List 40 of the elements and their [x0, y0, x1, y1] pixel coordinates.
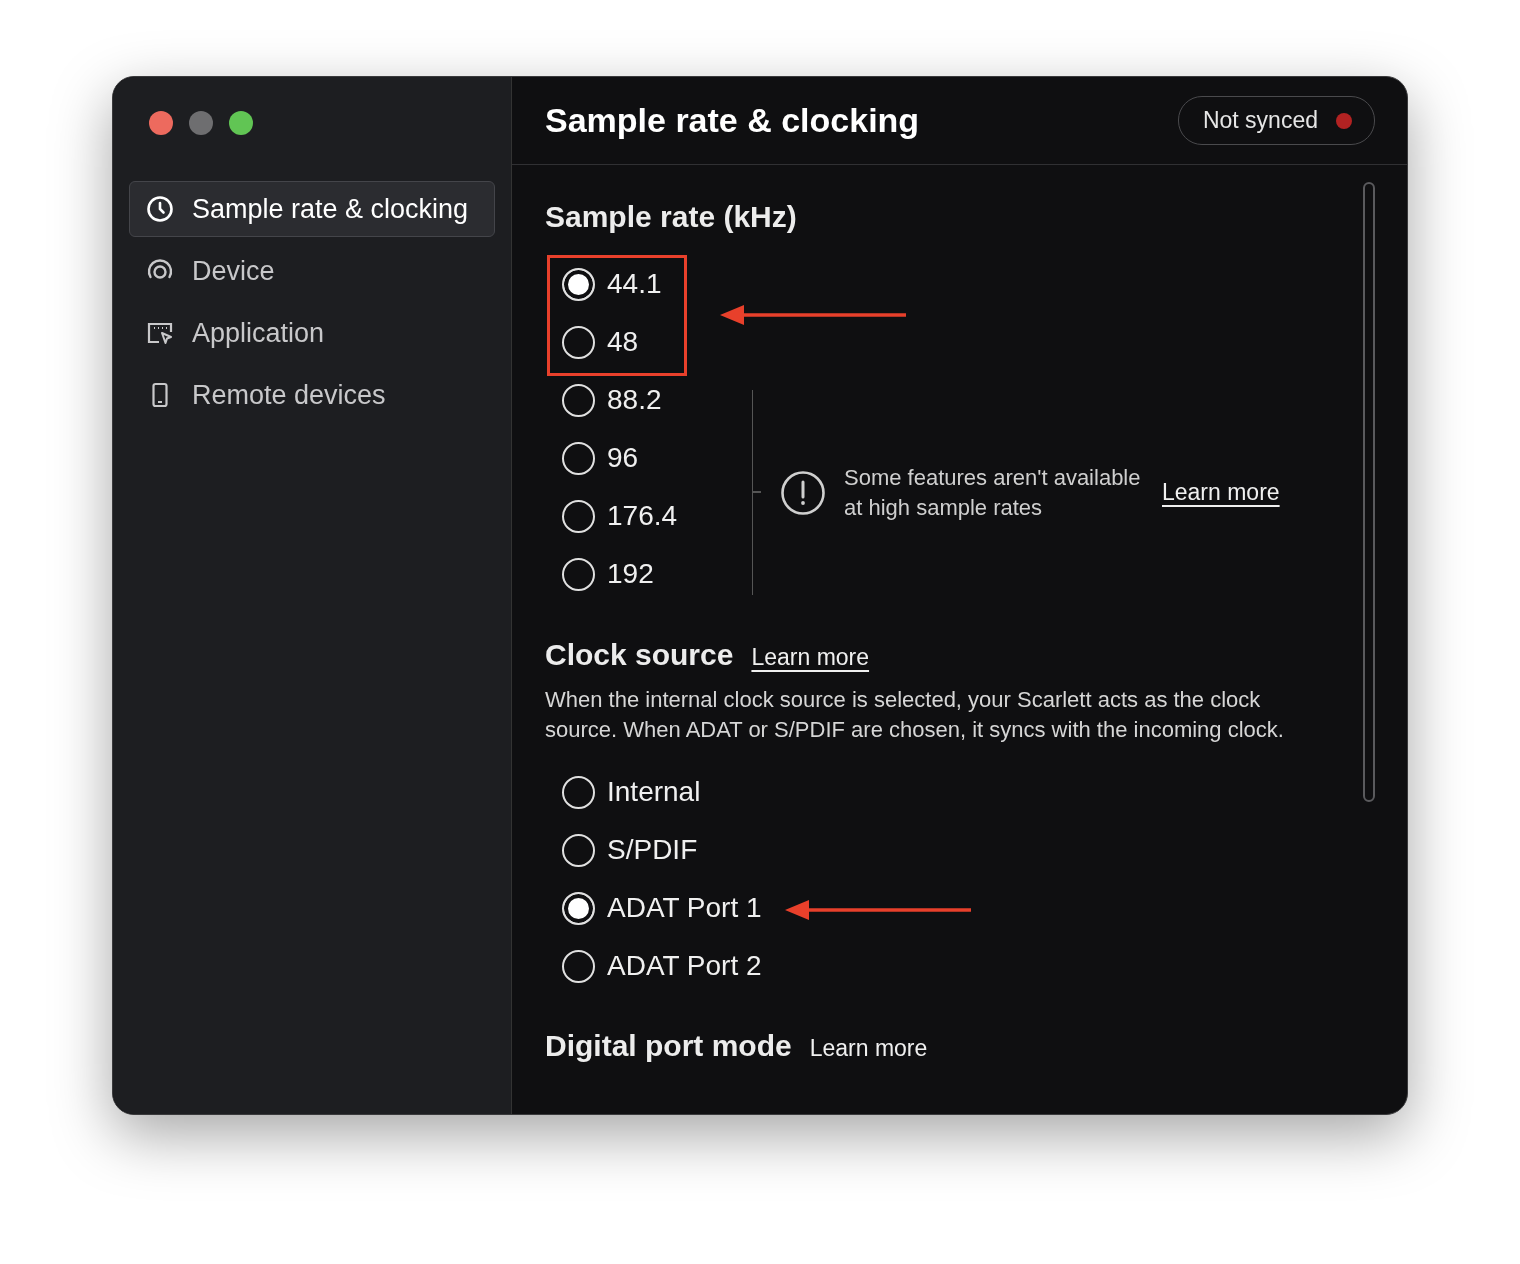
zoom-button[interactable] — [229, 111, 253, 135]
radio-button[interactable] — [562, 325, 595, 359]
section-title: Digital port mode — [545, 1028, 792, 1064]
radio-option[interactable]: 88.2 — [545, 371, 666, 429]
close-button[interactable] — [149, 111, 173, 135]
radio-button[interactable] — [562, 499, 595, 533]
section-title: Sample rate (kHz) — [545, 199, 798, 235]
radio-option[interactable]: 44.1 — [545, 255, 666, 313]
radio-option[interactable]: Internal — [545, 763, 705, 821]
learn-more-link[interactable]: Learn more — [809, 1035, 928, 1062]
description-text: When the internal clock source is selected, your Scarlett acts as the clock source. When ADAT or S/PDIF are chosen, it syncs with the incoming clock. — [545, 686, 1285, 744]
scrollbar[interactable] — [1363, 182, 1375, 802]
radio-option[interactable]: 96 — [545, 429, 643, 487]
radio-option[interactable]: 48 — [545, 313, 643, 371]
sidebar-item[interactable]: Device — [129, 243, 495, 299]
learn-more-link[interactable]: Learn more — [751, 644, 870, 671]
radio-button[interactable] — [562, 949, 595, 983]
radio-option[interactable]: ADAT Port 1 — [545, 879, 766, 937]
radio-button[interactable] — [562, 441, 595, 475]
warning-icon — [780, 469, 826, 516]
learn-more-link[interactable]: Learn more — [1162, 479, 1280, 506]
sidebar-item[interactable]: Application — [129, 305, 495, 361]
status-label: Not synced — [1202, 107, 1318, 134]
radio-button[interactable] — [562, 557, 595, 591]
sidebar-item[interactable]: Sample rate & clocking — [129, 181, 495, 237]
radio-option[interactable]: 192 — [545, 545, 658, 603]
minimize-button[interactable] — [189, 111, 213, 135]
radio-button[interactable] — [562, 267, 595, 301]
radio-button[interactable] — [562, 775, 595, 809]
radio-option[interactable]: S/PDIF — [545, 821, 702, 879]
section-title: Clock source — [545, 637, 734, 673]
radio-option[interactable]: ADAT Port 2 — [545, 937, 766, 995]
radio-button[interactable] — [562, 891, 595, 925]
radio-button[interactable] — [562, 833, 595, 867]
radio-button[interactable] — [562, 383, 595, 417]
page-title: Sample rate & clocking — [545, 101, 920, 140]
radio-option[interactable]: 176.4 — [545, 487, 682, 545]
notice-text: Some features aren't available at high sample rates — [844, 463, 1142, 522]
clock-icon — [146, 195, 174, 223]
sidebar-item[interactable]: Remote devices — [129, 367, 495, 423]
